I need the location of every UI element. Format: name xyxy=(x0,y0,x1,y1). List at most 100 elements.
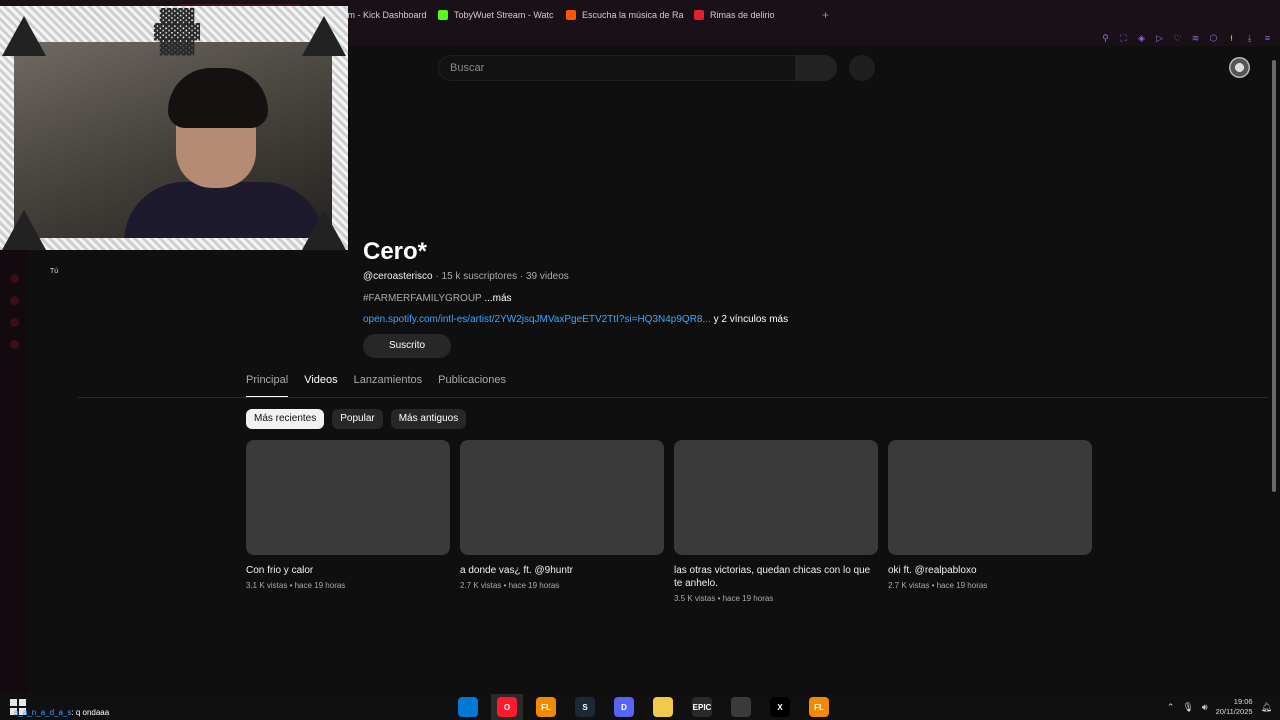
microphone-icon[interactable]: 🎙︎ xyxy=(1182,702,1193,713)
video-title[interactable]: las otras victorias, quedan chicas con l… xyxy=(674,564,878,590)
video-meta: 2.7 K vistas • hace 19 horas xyxy=(888,581,988,590)
chat-message: : q ondaaa xyxy=(71,708,110,717)
more-links[interactable]: y 2 vínculos más xyxy=(711,314,789,325)
video-meta: 3.1 K vistas • hace 19 horas xyxy=(246,581,346,590)
tab-title: TobyWuet Stream - Watc xyxy=(454,10,554,20)
video-card[interactable]: a donde vas¿ ft. @9huntr 2.7 K vistas • h… xyxy=(460,440,664,590)
filter-chip[interactable]: Más recientes xyxy=(246,409,325,429)
channel-tabs: Principal Videos Lanzamientos Publicaciones xyxy=(246,374,506,398)
chevron-up-icon[interactable]: ⌃ xyxy=(1167,702,1175,713)
taskbar-app-steam[interactable]: S xyxy=(569,694,601,720)
tab-favicon-icon xyxy=(438,10,448,20)
eye-triangle-icon xyxy=(302,210,346,250)
browser-tab[interactable]: TobyWuet Stream - Watc xyxy=(428,4,556,26)
new-tab-button[interactable]: + xyxy=(812,8,839,22)
channel-links: open.spotify.com/intl-es/artist/2YW2jsqJ… xyxy=(363,314,788,325)
notification-icon[interactable]: 🔔︎ xyxy=(1261,702,1272,713)
webcam-overlay: ▓▓▓ ▓▓▓▓ ▓▓▓ xyxy=(0,6,348,250)
fl-studio-icon: FL xyxy=(536,697,556,717)
obs-icon xyxy=(731,697,751,717)
subscribed-button[interactable]: Suscrito xyxy=(363,334,451,358)
video-card[interactable]: Con frio y calor 3.1 K vistas • hace 19 h… xyxy=(246,440,450,590)
vscode-icon xyxy=(458,697,478,717)
person-hair xyxy=(168,68,268,128)
user-label: Tú xyxy=(50,268,59,275)
voice-search-button[interactable] xyxy=(849,55,875,81)
system-tray: ⌃ 🎙︎ 🔊︎ 19:06 20/11/2025 🔔︎ xyxy=(1167,694,1272,720)
radio-icon[interactable]: ≋ xyxy=(1191,33,1200,43)
webcam-logo: ▓▓▓ ▓▓▓▓ ▓▓▓ xyxy=(153,8,201,56)
eye-triangle-icon xyxy=(302,16,346,56)
eye-triangle-icon xyxy=(2,16,46,56)
spotify-link[interactable]: open.spotify.com/intl-es/artist/2YW2jsqJ… xyxy=(363,314,711,325)
taskbar-app-obs[interactable] xyxy=(725,694,757,720)
person-body xyxy=(124,182,324,238)
chat-overlay: a_a_n_a_d_a_s: q ondaaa xyxy=(14,708,109,717)
scrollbar[interactable] xyxy=(1272,60,1276,492)
menu-icon[interactable]: ≡ xyxy=(1263,33,1272,43)
browser-tab[interactable]: Escucha la música de Ra xyxy=(556,4,684,26)
user-icon[interactable]: ⍿ xyxy=(1227,33,1236,43)
play-icon[interactable]: ▷ xyxy=(1155,33,1164,43)
video-thumbnail[interactable] xyxy=(674,440,878,555)
tab-favicon-icon xyxy=(694,10,704,20)
epic-games-icon: EPIC xyxy=(692,697,712,717)
video-meta: 2.7 K vistas • hace 19 horas xyxy=(460,581,560,590)
shield-icon[interactable]: ◈ xyxy=(1137,33,1146,43)
search-input[interactable]: Buscar xyxy=(438,55,796,81)
video-thumbnail[interactable] xyxy=(460,440,664,555)
opera-icon: O xyxy=(497,697,517,717)
video-title[interactable]: a donde vas¿ ft. @9huntr xyxy=(460,564,664,577)
video-card[interactable]: oki ft. @realpabloxo 2.7 K vistas • hace … xyxy=(888,440,1092,590)
avatar[interactable] xyxy=(1229,57,1250,78)
tab-lanzamientos[interactable]: Lanzamientos xyxy=(354,374,423,398)
filter-chip[interactable]: Popular xyxy=(332,409,383,429)
tab-videos[interactable]: Videos xyxy=(304,374,337,398)
sidebar-app-icon[interactable] xyxy=(10,274,19,283)
steam-icon: S xyxy=(575,697,595,717)
tab-title: Rimas de delirio xyxy=(710,10,775,20)
volume-icon[interactable]: 🔊︎ xyxy=(1202,702,1208,713)
clock-time: 19:06 xyxy=(1233,697,1253,706)
extensions-icon[interactable]: ⬡ xyxy=(1209,33,1218,43)
tab-publicaciones[interactable]: Publicaciones xyxy=(438,374,506,398)
video-thumbnail[interactable] xyxy=(888,440,1092,555)
search-button[interactable] xyxy=(795,55,837,81)
chat-nick: a_a_n_a_d_a_s xyxy=(14,708,72,717)
taskbar-app-file-explorer[interactable] xyxy=(647,694,679,720)
clock[interactable]: 19:06 20/11/2025 xyxy=(1216,697,1253,717)
video-card[interactable]: las otras victorias, quedan chicas con l… xyxy=(674,440,878,603)
taskbar-app-discord[interactable]: D xyxy=(608,694,640,720)
sidebar-app-icon[interactable] xyxy=(10,296,19,305)
heart-icon[interactable]: ♡ xyxy=(1173,33,1182,43)
channel-handle[interactable]: @ceroasterisco xyxy=(363,271,433,282)
browser-tab[interactable]: Rimas de delirio xyxy=(684,4,812,26)
channel-description[interactable]: #FARMERFAMILYGROUP ...más xyxy=(363,293,512,304)
video-title[interactable]: Con frio y calor xyxy=(246,564,450,577)
channel-name: Cero* xyxy=(363,238,428,265)
taskbar-app-epic-games[interactable]: EPIC xyxy=(686,694,718,720)
tab-title: Escucha la música de Ra xyxy=(582,10,684,20)
tab-favicon-icon xyxy=(566,10,576,20)
taskbar-app-opera[interactable]: O xyxy=(491,694,523,720)
sort-chips: Más recientes Popular Más antiguos xyxy=(246,409,467,429)
taskbar-app-capcut[interactable]: X xyxy=(764,694,796,720)
video-thumbnail[interactable] xyxy=(246,440,450,555)
taskbar-apps: O FL S D EPIC X FL xyxy=(452,694,835,720)
taskbar-app-vscode[interactable] xyxy=(452,694,484,720)
taskbar-app-fl-studio-2[interactable]: FL xyxy=(803,694,835,720)
video-meta: 3.5 K vistas • hace 19 horas xyxy=(674,594,774,603)
tabs-divider xyxy=(78,397,1268,398)
filter-chip[interactable]: Más antiguos xyxy=(390,409,467,429)
description-text: #FARMERFAMILYGROUP xyxy=(363,293,485,304)
download-icon[interactable]: ⤓ xyxy=(1245,33,1254,43)
snapshot-icon[interactable]: ⛶ xyxy=(1119,33,1128,43)
channel-meta: @ceroasterisco · 15 k suscriptores · 39 … xyxy=(363,271,569,282)
pin-icon[interactable]: ⚲ xyxy=(1101,33,1110,43)
video-title[interactable]: oki ft. @realpabloxo xyxy=(888,564,1092,577)
more-link[interactable]: ...más xyxy=(484,293,511,304)
taskbar-app-fl-studio[interactable]: FL xyxy=(530,694,562,720)
tab-principal[interactable]: Principal xyxy=(246,374,289,398)
sidebar-app-icon[interactable] xyxy=(10,318,19,327)
sidebar-app-icon[interactable] xyxy=(10,340,19,349)
